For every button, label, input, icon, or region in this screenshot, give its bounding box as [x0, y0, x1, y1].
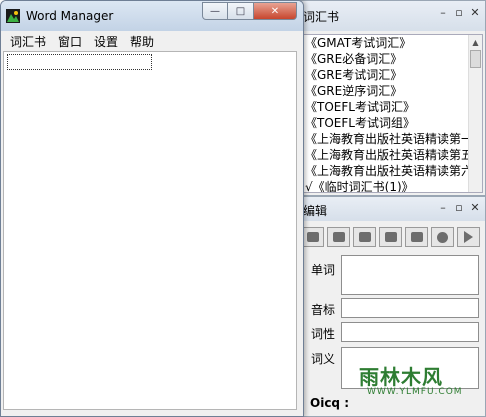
app-title: Word Manager — [26, 9, 114, 23]
wordbook-list[interactable]: 《GMAT考试词汇》 《GRE必备词汇》 《GRE考试词汇》 《GRE逆序词汇》… — [302, 34, 483, 193]
edit-title: 编辑 — [303, 204, 328, 218]
wordbook-close-button[interactable]: ✕ — [469, 5, 481, 19]
oicq-label: Oicq : — [310, 396, 349, 410]
maximize-button[interactable]: □ — [228, 2, 254, 20]
tool-speak-icon — [410, 232, 423, 242]
edit-close-button[interactable]: ✕ — [469, 200, 481, 214]
list-item[interactable]: 《GRE考试词汇》 — [303, 67, 468, 83]
tool-first-icon — [306, 232, 319, 242]
close-button[interactable]: ✕ — [254, 2, 297, 20]
menubar: 词汇书 窗口 设置 帮助 — [1, 31, 303, 51]
tool-button-6[interactable] — [431, 227, 454, 247]
list-item[interactable]: 《上海教育出版社英语精读第六 — [303, 163, 468, 179]
menu-settings[interactable]: 设置 — [89, 33, 123, 50]
focus-rectangle — [7, 54, 152, 70]
wordbook-minimize-button[interactable]: – — [437, 5, 449, 19]
tool-button-2[interactable] — [327, 227, 350, 247]
list-item[interactable]: 《TOEFL考试词组》 — [303, 115, 468, 131]
edit-toolbar — [301, 227, 483, 249]
scroll-thumb[interactable] — [470, 50, 481, 68]
tool-note-icon — [384, 232, 397, 242]
list-item[interactable]: 《GRE逆序词汇》 — [303, 83, 468, 99]
edit-restore-button[interactable]: ▫ — [453, 200, 465, 214]
word-field[interactable] — [341, 255, 479, 295]
tool-button-7[interactable] — [457, 227, 480, 247]
tool-button-4[interactable] — [379, 227, 402, 247]
pos-label: 词性 — [311, 327, 336, 341]
pos-field[interactable] — [341, 322, 479, 342]
wordbook-scrollbar[interactable]: ▲ — [468, 35, 482, 192]
list-item[interactable]: √《临时词汇书(1)》 — [303, 179, 468, 192]
wordbook-restore-button[interactable]: ▫ — [453, 5, 465, 19]
list-item[interactable]: 《上海教育出版社英语精读第一 — [303, 131, 468, 147]
wordbook-title: 词汇书 — [303, 10, 340, 24]
tool-comment-icon — [358, 232, 371, 242]
wordbook-titlebar[interactable]: 词汇书 – ▫ ✕ — [297, 1, 485, 31]
menu-wordbook[interactable]: 词汇书 — [5, 33, 51, 50]
main-titlebar[interactable]: Word Manager — □ ✕ — [1, 1, 303, 31]
watermark-text: 雨林木风 — [359, 365, 443, 389]
tool-button-1[interactable] — [301, 227, 324, 247]
menu-window[interactable]: 窗口 — [53, 33, 87, 50]
watermark-logo: 雨林木风 WWW.YLMFU.COM — [345, 355, 475, 411]
meaning-label: 词义 — [311, 352, 336, 366]
tool-prev-icon — [332, 232, 345, 242]
edit-minimize-button[interactable]: – — [437, 200, 449, 214]
list-item[interactable]: 《GRE必备词汇》 — [303, 51, 468, 67]
main-client-area[interactable] — [3, 51, 297, 410]
tool-button-3[interactable] — [353, 227, 376, 247]
list-item[interactable]: 《GMAT考试词汇》 — [303, 35, 468, 51]
minimize-button[interactable]: — — [202, 2, 228, 20]
edit-titlebar[interactable]: 编辑 – ▫ ✕ — [297, 197, 485, 221]
menu-help[interactable]: 帮助 — [125, 33, 159, 50]
watermark-subtext: WWW.YLMFU.COM — [367, 387, 463, 397]
tool-record-icon — [437, 231, 448, 243]
phonetic-label: 音标 — [311, 303, 336, 317]
main-window: Word Manager — □ ✕ 词汇书 窗口 设置 帮助 — [0, 0, 304, 417]
list-item[interactable]: 《TOEFL考试词汇》 — [303, 99, 468, 115]
wordbook-window: 词汇书 – ▫ ✕ 《GMAT考试词汇》 《GRE必备词汇》 《GRE考试词汇》… — [296, 0, 486, 196]
tool-play-icon — [464, 231, 473, 243]
app-icon — [6, 9, 20, 23]
list-item[interactable]: 《上海教育出版社英语精读第五 — [303, 147, 468, 163]
scroll-up-icon[interactable]: ▲ — [469, 35, 482, 49]
phonetic-field[interactable] — [341, 298, 479, 318]
word-label: 单词 — [311, 263, 336, 277]
tool-button-5[interactable] — [405, 227, 428, 247]
